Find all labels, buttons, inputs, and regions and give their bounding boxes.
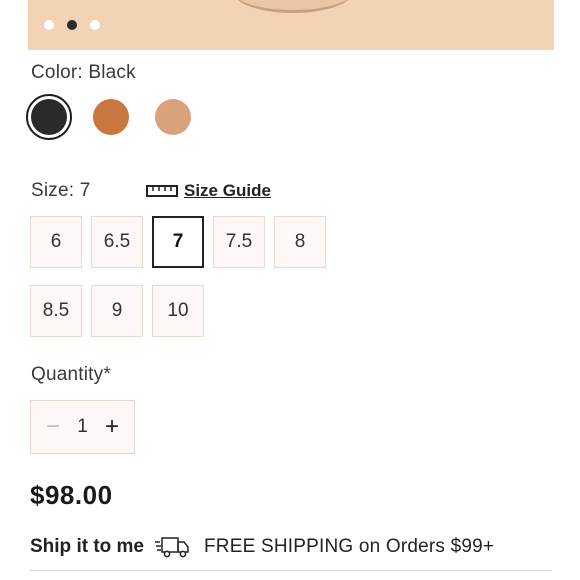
product-image-carousel[interactable]	[28, 0, 554, 50]
size-option-6-5[interactable]: 6.5	[91, 216, 143, 268]
size-guide-link[interactable]: Size Guide	[146, 181, 271, 201]
shipping-option-label: Ship it to me	[30, 536, 144, 557]
swatch-tan[interactable]	[150, 94, 196, 140]
divider	[30, 570, 552, 571]
quantity-label: Quantity*	[31, 364, 111, 385]
ruler-icon	[146, 185, 178, 197]
increment-button[interactable]: +	[102, 415, 122, 439]
size-option-9[interactable]: 9	[91, 285, 143, 337]
carousel-dot-2[interactable]	[67, 20, 77, 30]
swatch-cognac-fill	[93, 99, 129, 135]
shipping-option[interactable]: Ship it to me FREE SHIPPING on Orders $9…	[30, 536, 550, 558]
size-option-8-5[interactable]: 8.5	[30, 285, 82, 337]
size-option-10[interactable]: 10	[152, 285, 204, 337]
swatch-black[interactable]	[26, 94, 72, 140]
shoe-image	[233, 0, 353, 13]
price: $98.00	[30, 480, 113, 510]
color-label: Color: Black	[31, 62, 136, 83]
quantity-stepper: − 1 +	[30, 400, 135, 454]
carousel-dot-3[interactable]	[90, 20, 100, 30]
color-swatches	[26, 94, 196, 140]
decrement-button[interactable]: −	[43, 415, 63, 439]
size-option-7[interactable]: 7	[152, 216, 204, 268]
free-shipping-text: FREE SHIPPING on Orders $99+	[204, 536, 495, 557]
size-guide-label: Size Guide	[184, 181, 271, 200]
carousel-dots	[44, 20, 100, 30]
size-label: Size: 7	[31, 180, 91, 201]
quantity-value[interactable]: 1	[77, 416, 88, 438]
size-option-6[interactable]: 6	[30, 216, 82, 268]
swatch-black-fill	[31, 99, 67, 135]
delivery-truck-icon	[155, 537, 189, 558]
size-option-8[interactable]: 8	[274, 216, 326, 268]
swatch-cognac[interactable]	[88, 94, 134, 140]
swatch-tan-fill	[155, 99, 191, 135]
product-options-panel: Color: Black Size: 7 Size Guide 6 6.5 7 …	[0, 0, 580, 580]
size-option-7-5[interactable]: 7.5	[213, 216, 265, 268]
carousel-dot-1[interactable]	[44, 20, 54, 30]
